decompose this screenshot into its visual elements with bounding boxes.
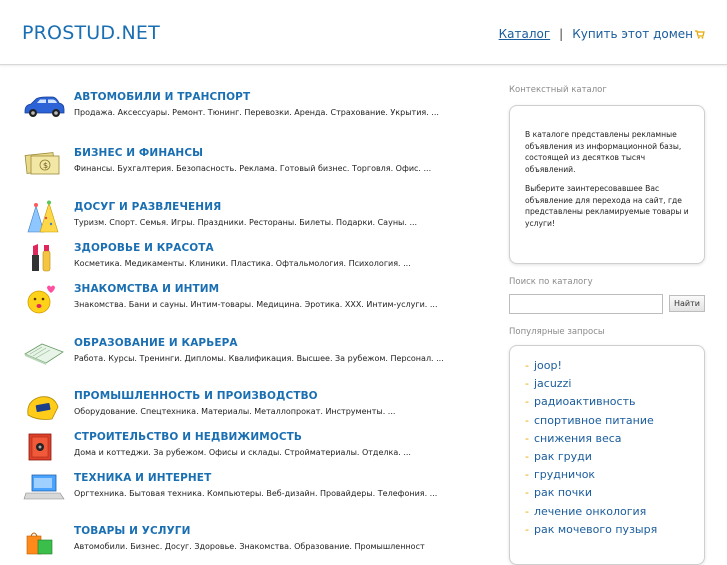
- buy-domain-link[interactable]: Купить этот домен: [572, 27, 693, 41]
- shopping-bags-icon: [26, 532, 53, 555]
- query-link[interactable]: рак почки: [534, 486, 592, 499]
- kiss-smiley-icon: [27, 285, 55, 314]
- category-desc: Туризм. Спорт. Семья. Игры. Праздники. Р…: [74, 218, 418, 227]
- category-item: СТРОИТЕЛЬСТВО И НЕДВИЖИМОСТЬ Дома и котт…: [22, 430, 504, 461]
- category-item: ДОСУГ И РАЗВЛЕЧЕНИЯ Туризм. Спорт. Семья…: [22, 200, 504, 233]
- query-item: - рак груди: [525, 448, 704, 466]
- nav-separator: |: [559, 27, 564, 41]
- popular-queries-heading: Популярные запросы: [509, 327, 605, 337]
- safe-icon: [28, 433, 52, 461]
- query-link[interactable]: спортивное питание: [534, 414, 654, 427]
- query-link[interactable]: рак мочевого пузыря: [534, 523, 657, 536]
- search-button[interactable]: Найти: [669, 295, 705, 312]
- search-form: Найти: [509, 294, 705, 314]
- category-desc: Автомобили. Бизнес. Досуг. Здоровье. Зна…: [74, 542, 425, 551]
- money-icon: $: [24, 152, 60, 175]
- sidebar: Контекстный каталог В каталоге представл…: [509, 84, 705, 565]
- category-title[interactable]: ПРОМЫШЛЕННОСТЬ И ПРОИЗВОДСТВО: [74, 389, 504, 403]
- query-link[interactable]: joop!: [534, 359, 562, 372]
- query-item: - рак почки: [525, 484, 704, 502]
- dash-icon: -: [525, 486, 529, 500]
- category-desc: Финансы. Бухгалтерия. Безопасность. Рекл…: [74, 164, 432, 173]
- catalog-link[interactable]: Каталог: [447, 27, 551, 41]
- diploma-icon: [24, 343, 64, 365]
- car-icon: [24, 96, 65, 117]
- category-desc: Оборудование. Спецтехника. Материалы. Ме…: [74, 407, 396, 416]
- category-item: $ БИЗНЕС И ФИНАНСЫ Финансы. Бухгалтерия.…: [22, 146, 504, 175]
- category-item: ПРОМЫШЛЕННОСТЬ И ПРОИЗВОДСТВО Оборудован…: [22, 389, 504, 420]
- query-item: - рак мочевого пузыря: [525, 521, 704, 539]
- site-logo[interactable]: PROSTUD.NET: [22, 22, 160, 44]
- category-title[interactable]: ЗДОРОВЬЕ И КРАСОТА: [74, 241, 504, 255]
- query-item: - грудничок: [525, 466, 704, 484]
- dash-icon: -: [525, 431, 529, 445]
- query-item: - jacuzzi: [525, 375, 704, 393]
- query-link[interactable]: jacuzzi: [534, 377, 571, 390]
- category-item: АВТОМОБИЛИ И ТРАНСПОРТ Продажа. Аксессуа…: [22, 90, 504, 119]
- query-link[interactable]: грудничок: [534, 468, 595, 481]
- context-catalog-heading: Контекстный каталог: [509, 85, 607, 95]
- query-item: - joop!: [525, 357, 704, 375]
- category-desc: Знакомства. Бани и сауны. Интим-товары. …: [74, 300, 438, 309]
- category-title[interactable]: ТЕХНИКА И ИНТЕРНЕТ: [74, 471, 504, 485]
- category-title[interactable]: ЗНАКОМСТВА И ИНТИМ: [74, 282, 504, 296]
- category-desc: Продажа. Аксессуары. Ремонт. Тюнинг. Пер…: [74, 108, 439, 117]
- popular-queries-list: - joop! - jacuzzi - радиоактивность - спорти…: [525, 357, 704, 539]
- category-item: ОБРАЗОВАНИЕ И КАРЬЕРА Работа. Курсы. Тре…: [22, 336, 504, 365]
- category-desc: Косметика. Медикаменты. Клиники. Пластик…: [74, 259, 411, 268]
- popular-queries-box: - joop! - jacuzzi - радиоактивность - спорти…: [509, 345, 705, 565]
- svg-text:$: $: [43, 161, 48, 170]
- query-item: - спортивное питание: [525, 412, 704, 430]
- info-box: В каталоге представлены рекламные объявл…: [509, 105, 705, 264]
- category-item: ЗНАКОМСТВА И ИНТИМ Знакомства. Бани и са…: [22, 282, 504, 314]
- cosmetics-icon: [32, 244, 51, 272]
- dash-icon: -: [525, 413, 529, 427]
- info-paragraph: В каталоге представлены рекламные объявл…: [525, 130, 682, 174]
- info-paragraph: Выберите заинтересовавшее Вас объявление…: [525, 184, 689, 228]
- category-title[interactable]: АВТОМОБИЛИ И ТРАНСПОРТ: [74, 90, 504, 104]
- party-hats-icon: [27, 200, 59, 233]
- category-item: ЗДОРОВЬЕ И КРАСОТА Косметика. Медикамент…: [22, 241, 504, 272]
- category-desc: Работа. Курсы. Тренинги. Дипломы. Квалиф…: [74, 354, 444, 363]
- dash-icon: -: [525, 504, 529, 518]
- dash-icon: -: [525, 522, 529, 536]
- query-item: - снижения веса: [525, 430, 704, 448]
- laptop-icon: [23, 474, 65, 500]
- dash-icon: -: [525, 450, 529, 464]
- query-link[interactable]: лечение онкология: [534, 505, 646, 518]
- category-title[interactable]: СТРОИТЕЛЬСТВО И НЕДВИЖИМОСТЬ: [74, 430, 504, 444]
- category-title[interactable]: ДОСУГ И РАЗВЛЕЧЕНИЯ: [74, 200, 504, 214]
- query-link[interactable]: снижения веса: [534, 432, 622, 445]
- welding-mask-icon: [27, 396, 59, 420]
- site-header: PROSTUD.NET Каталог | Купить этот домен: [0, 0, 727, 65]
- search-heading: Поиск по каталогу: [509, 277, 593, 287]
- query-item: - радиоактивность: [525, 393, 704, 411]
- query-link[interactable]: рак груди: [534, 450, 592, 463]
- query-item: - лечение онкология: [525, 503, 704, 521]
- dash-icon: -: [525, 377, 529, 391]
- top-nav: Каталог | Купить этот домен: [447, 27, 705, 41]
- category-desc: Оргтехника. Бытовая техника. Компьютеры.…: [74, 489, 438, 498]
- category-title[interactable]: БИЗНЕС И ФИНАНСЫ: [74, 146, 504, 160]
- category-desc: Дома и коттеджи. За рубежом. Офисы и скл…: [74, 448, 411, 457]
- cart-icon: [695, 30, 705, 39]
- query-link[interactable]: радиоактивность: [534, 395, 636, 408]
- search-input[interactable]: [509, 294, 663, 314]
- dash-icon: -: [525, 395, 529, 409]
- category-item: ТЕХНИКА И ИНТЕРНЕТ Оргтехника. Бытовая т…: [22, 471, 504, 500]
- category-item: ТОВАРЫ И УСЛУГИ Автомобили. Бизнес. Досу…: [22, 524, 504, 555]
- category-title[interactable]: ТОВАРЫ И УСЛУГИ: [74, 524, 504, 538]
- category-title[interactable]: ОБРАЗОВАНИЕ И КАРЬЕРА: [74, 336, 504, 350]
- dash-icon: -: [525, 468, 529, 482]
- dash-icon: -: [525, 359, 529, 372]
